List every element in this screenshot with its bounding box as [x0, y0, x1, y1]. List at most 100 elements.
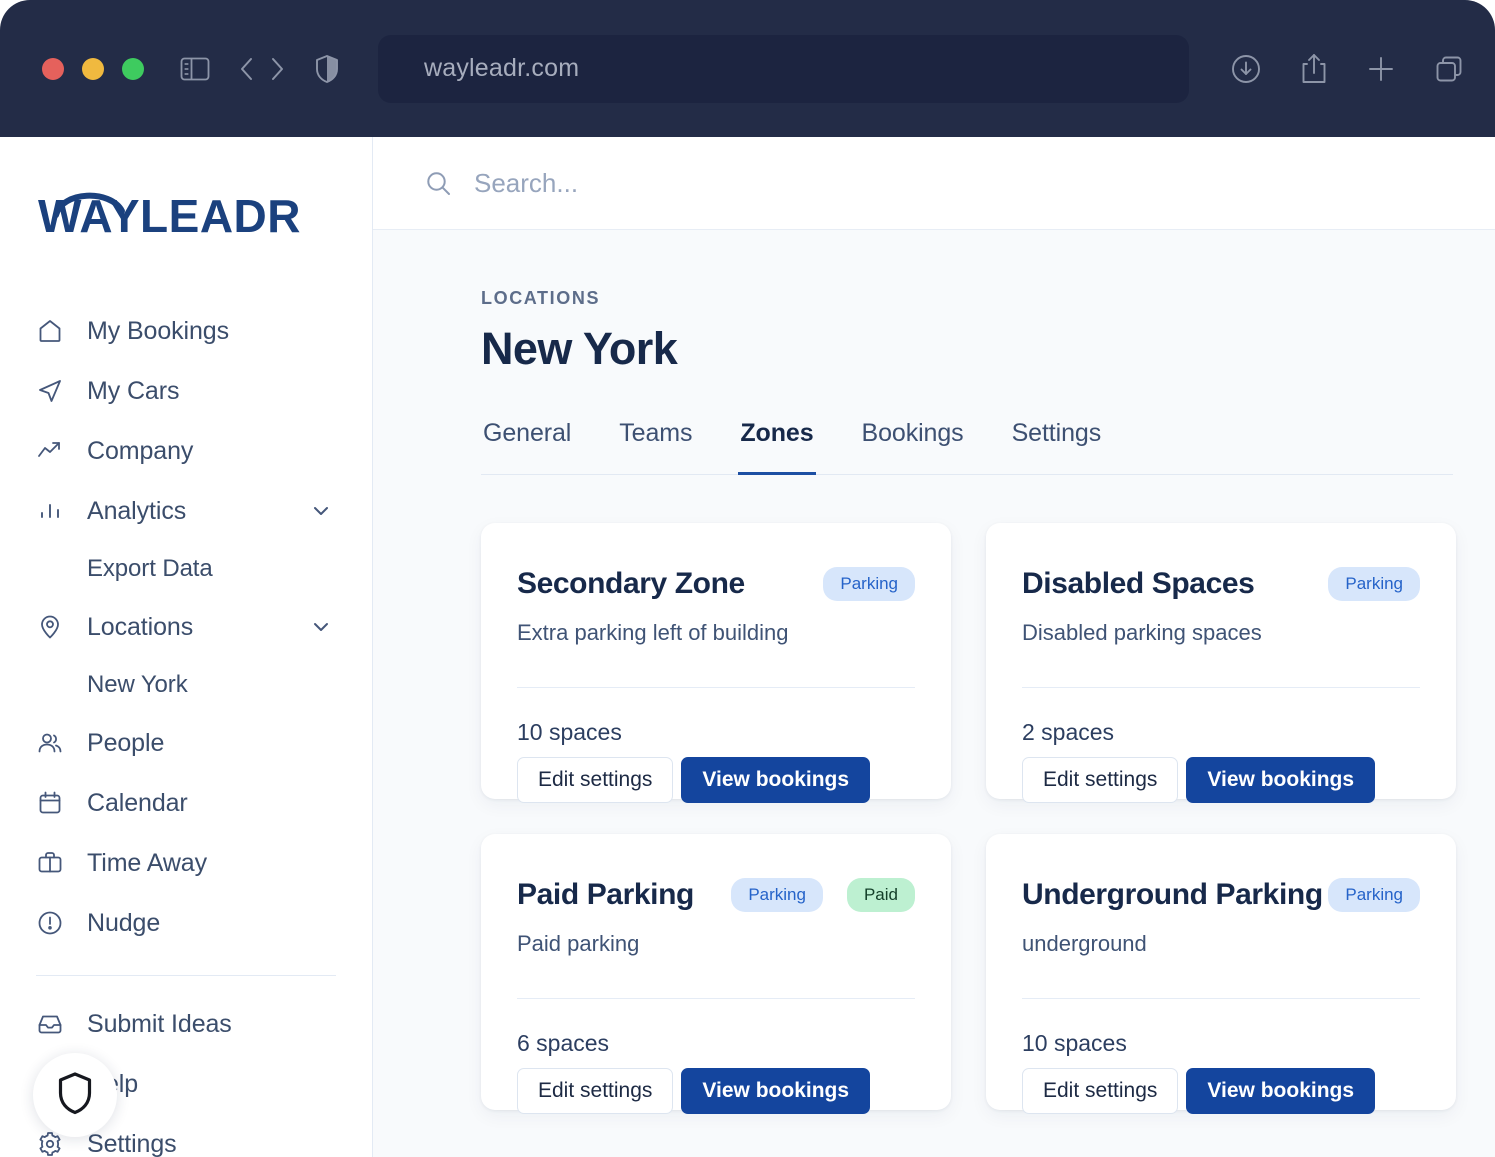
zone-card-header: Underground Parking Parking: [1022, 878, 1420, 912]
chevron-down-icon[interactable]: [310, 500, 332, 522]
tab-zones[interactable]: Zones: [738, 419, 815, 475]
zone-card-actions: Edit settings View bookings: [517, 757, 915, 803]
close-window-button[interactable]: [42, 58, 64, 80]
zone-card-title: Secondary Zone: [517, 567, 745, 601]
minimize-window-button[interactable]: [82, 58, 104, 80]
sidebar-item-locations[interactable]: Locations: [0, 597, 372, 657]
tab-settings[interactable]: Settings: [1010, 419, 1104, 475]
users-icon: [36, 729, 64, 757]
trending-up-icon: [36, 437, 64, 465]
edit-settings-button[interactable]: Edit settings: [1022, 757, 1178, 803]
maximize-window-button[interactable]: [122, 58, 144, 80]
top-search-bar: [373, 137, 1495, 230]
edit-settings-button[interactable]: Edit settings: [517, 757, 673, 803]
zone-card-divider: [1022, 998, 1420, 999]
url-text: wayleadr.com: [424, 54, 579, 83]
sidebar-toggle-icon[interactable]: [180, 56, 210, 82]
zone-card[interactable]: Secondary Zone Parking Extra parking lef…: [481, 523, 951, 799]
status-badge: Parking: [731, 878, 823, 912]
app-body: WAYLEADR My Bookings: [0, 137, 1495, 1157]
zone-card-divider: [517, 998, 915, 999]
chevron-down-icon[interactable]: [310, 616, 332, 638]
zone-card-spaces: 6 spaces: [517, 1030, 915, 1057]
sidebar-item-label: Settings: [87, 1130, 177, 1157]
zone-card-title: Paid Parking: [517, 878, 694, 912]
shield-icon[interactable]: [314, 54, 340, 84]
new-tab-icon[interactable]: [1365, 53, 1397, 85]
bar-chart-icon: [36, 497, 64, 525]
sidebar-item-label: Submit Ideas: [87, 1010, 232, 1039]
sidebar-item-export-data[interactable]: Export Data: [0, 541, 372, 597]
sidebar-item-label: Time Away: [87, 849, 207, 878]
zone-card-actions: Edit settings View bookings: [1022, 757, 1420, 803]
page-content: LOCATIONS New York General Teams Zones B…: [373, 230, 1495, 1157]
zone-card-badges: Parking: [1328, 567, 1420, 601]
zone-card-actions: Edit settings View bookings: [1022, 1068, 1420, 1114]
browser-nav-arrows: [236, 55, 288, 83]
sidebar-item-calendar[interactable]: Calendar: [0, 773, 372, 833]
sidebar-item-label: Nudge: [87, 909, 160, 938]
zone-card-actions: Edit settings View bookings: [517, 1068, 915, 1114]
forward-arrow-icon[interactable]: [266, 55, 288, 83]
map-pin-icon: [36, 613, 64, 641]
edit-settings-button[interactable]: Edit settings: [1022, 1068, 1178, 1114]
sidebar-item-my-cars[interactable]: My Cars: [0, 361, 372, 421]
zone-card-description: Paid parking: [517, 931, 915, 957]
tab-general[interactable]: General: [481, 419, 573, 475]
zone-card-spaces: 10 spaces: [517, 719, 915, 746]
zone-card-spaces: 10 spaces: [1022, 1030, 1420, 1057]
back-arrow-icon[interactable]: [236, 55, 258, 83]
zone-card-title: Underground Parking: [1022, 878, 1323, 912]
view-bookings-button[interactable]: View bookings: [681, 1068, 870, 1114]
zone-card-badges: Parking: [1328, 878, 1420, 912]
sidebar-item-people[interactable]: People: [0, 713, 372, 773]
view-bookings-button[interactable]: View bookings: [1186, 757, 1375, 803]
zone-card-description: Extra parking left of building: [517, 620, 915, 646]
sidebar-nav: My Bookings My Cars: [0, 287, 372, 1157]
briefcase-icon: [36, 849, 64, 877]
sidebar-item-label: Locations: [87, 613, 193, 642]
tab-bookings[interactable]: Bookings: [860, 419, 966, 475]
sidebar-item-submit-ideas[interactable]: Submit Ideas: [0, 994, 372, 1054]
sidebar-item-label: Analytics: [87, 497, 186, 526]
zone-card-header: Secondary Zone Parking: [517, 567, 915, 601]
url-bar[interactable]: wayleadr.com: [378, 35, 1189, 103]
tab-overview-icon[interactable]: [1433, 53, 1465, 85]
zone-card[interactable]: Underground Parking Parking underground …: [986, 834, 1456, 1110]
sidebar-item-my-bookings[interactable]: My Bookings: [0, 301, 372, 361]
sidebar-item-nudge[interactable]: Nudge: [0, 893, 372, 953]
zone-card-title: Disabled Spaces: [1022, 567, 1254, 601]
zone-card-badges: Parking: [823, 567, 915, 601]
zone-card[interactable]: Disabled Spaces Parking Disabled parking…: [986, 523, 1456, 799]
wayleadr-logo[interactable]: WAYLEADR: [0, 167, 372, 287]
view-bookings-button[interactable]: View bookings: [681, 757, 870, 803]
tab-teams[interactable]: Teams: [617, 419, 694, 475]
privacy-shield-button[interactable]: [33, 1053, 117, 1137]
paid-badge: Paid: [847, 878, 915, 912]
sidebar-item-analytics[interactable]: Analytics: [0, 481, 372, 541]
browser-window: wayleadr.com: [0, 0, 1495, 1157]
traffic-lights: [42, 58, 144, 80]
inbox-icon: [36, 1010, 64, 1038]
sidebar-item-new-york[interactable]: New York: [0, 657, 372, 713]
zone-cards-grid: Secondary Zone Parking Extra parking lef…: [481, 523, 1453, 1110]
search-input[interactable]: [474, 168, 1034, 199]
download-icon[interactable]: [1229, 52, 1263, 86]
calendar-icon: [36, 789, 64, 817]
page-title: New York: [481, 323, 1453, 375]
zone-card[interactable]: Paid Parking Parking Paid Paid parking 6…: [481, 834, 951, 1110]
edit-settings-button[interactable]: Edit settings: [517, 1068, 673, 1114]
alert-circle-icon: [36, 909, 64, 937]
zone-card-description: Disabled parking spaces: [1022, 620, 1420, 646]
sidebar-item-time-away[interactable]: Time Away: [0, 833, 372, 893]
shield-icon: [56, 1071, 94, 1120]
sidebar-divider: [36, 975, 336, 976]
view-bookings-button[interactable]: View bookings: [1186, 1068, 1375, 1114]
share-icon[interactable]: [1299, 52, 1329, 86]
sidebar-item-company[interactable]: Company: [0, 421, 372, 481]
browser-titlebar: wayleadr.com: [0, 0, 1495, 137]
home-icon: [36, 317, 64, 345]
zone-card-divider: [517, 687, 915, 688]
sidebar-item-label: New York: [87, 671, 188, 699]
sidebar-item-label: Company: [87, 437, 193, 466]
